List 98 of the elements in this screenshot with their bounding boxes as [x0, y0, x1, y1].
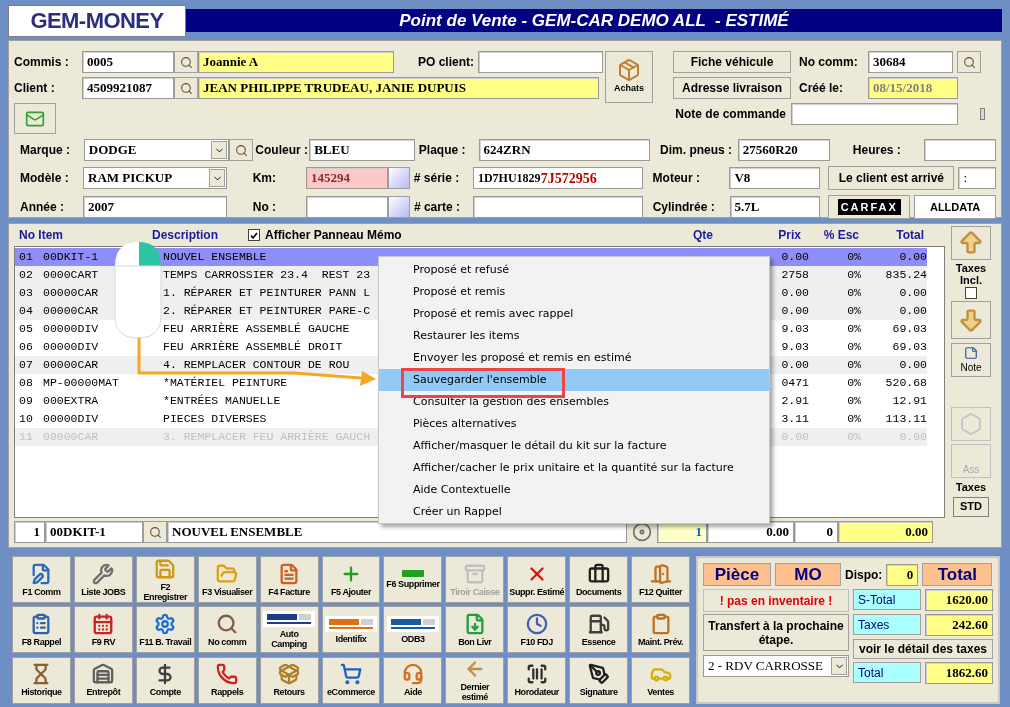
column-header: Description: [152, 227, 219, 244]
field-label: Note de commande: [674, 106, 787, 123]
table-cell-text: 0000CART: [42, 267, 100, 284]
inventory-warning: ! pas en inventaire !: [703, 589, 849, 612]
field-label: Km:: [251, 170, 277, 187]
field-label: Année :: [19, 199, 65, 216]
table-cell-text: 09: [18, 393, 34, 410]
field-label: Plaque :: [417, 142, 467, 159]
table-cell-text: 3.11: [780, 411, 809, 428]
table-cell-text: 000EXTRA: [42, 393, 100, 410]
field-label: Modèle :: [19, 170, 70, 187]
table-cell-text: 0.00: [780, 357, 809, 374]
table-cell-text: 9.03: [780, 339, 809, 356]
table-cell-text: 69.03: [891, 321, 927, 338]
table-cell-text: 69.03: [891, 339, 927, 356]
taxes-included-label: Taxes Incl.: [954, 262, 988, 286]
table-cell-text: 07: [18, 357, 34, 374]
table-cell-text: 00000CAR: [42, 285, 100, 302]
table-cell-text: 00000DIV: [42, 411, 100, 428]
table-cell-text: 0%: [846, 249, 861, 266]
table-cell-text: 0.00: [898, 249, 927, 266]
table-cell-text: 01: [18, 249, 34, 266]
column-header: No Item: [18, 227, 64, 244]
table-cell-text: 00000DIV: [42, 339, 100, 356]
table-cell-text: 9.03: [780, 321, 809, 338]
table-cell-text: 02: [18, 267, 34, 284]
field-label: Moteur :: [651, 170, 701, 187]
table-cell-text: 0%: [846, 357, 861, 374]
table-cell-text: 10: [18, 411, 34, 428]
table-cell-text: FEU ARRIÈRE ASSEMBLÉ DROIT: [163, 339, 343, 356]
table-cell-text: 0.00: [898, 303, 927, 320]
field-label: # carte :: [412, 199, 461, 216]
table-cell-text: FEU ARRIÈRE ASSEMBLÉ GAUCHE: [163, 321, 350, 338]
table-cell-text: 06: [18, 339, 34, 356]
table-cell-text: 2758: [780, 267, 809, 284]
table-cell-text: 835.24: [884, 267, 927, 284]
checkbox-label: Afficher Panneau Mémo: [265, 227, 403, 244]
table-cell-text: 00DKIT-1: [42, 249, 100, 266]
table-cell-text: 520.68: [884, 375, 927, 392]
field-label: PO client:: [417, 54, 475, 71]
table-cell-text: *MATÉRIEL PEINTURE: [163, 375, 288, 392]
table-cell-text: 03: [18, 285, 34, 302]
table-cell-text: 0%: [846, 267, 861, 284]
table-cell-text: 0.00: [780, 249, 809, 266]
total-label: Total: [853, 662, 921, 683]
total-header: Total: [922, 563, 993, 586]
table-cell-text: 0.00: [780, 285, 809, 302]
table-cell-text: 113.11: [884, 411, 927, 428]
table-cell-text: 0.00: [780, 303, 809, 320]
field-label: Dispo:: [845, 566, 883, 584]
table-cell-text: 0471: [780, 375, 809, 392]
column-header: Prix: [777, 227, 801, 244]
parts-header: Pièce: [703, 563, 771, 586]
table-cell-text: 05: [18, 321, 34, 338]
table-cell-text: 0%: [846, 285, 861, 302]
taxes-label: Taxes: [853, 614, 921, 635]
table-cell-text: 12.91: [891, 393, 927, 410]
table-cell-text: PIECES DIVERSES: [163, 411, 267, 428]
table-cell-text: 08: [18, 375, 34, 392]
field-label: # série :: [412, 170, 461, 187]
table-cell-text: 0%: [846, 339, 861, 356]
table-cell-text: 2. RÉPARER ET PEINTURER PARE-C: [163, 303, 371, 320]
table-cell-text: 0%: [846, 321, 861, 338]
field-label: Heures :: [851, 142, 902, 159]
table-cell-text: 4. REMPLACER CONTOUR DE ROU: [163, 357, 350, 374]
table-cell-text: 0%: [846, 375, 861, 392]
table-cell-text: NOUVEL ENSEMBLE: [163, 249, 267, 266]
window-title: Point de Vente - GEM-CAR DEMO ALL - ESTIMÉ: [186, 9, 1002, 32]
taxes-label: Taxes: [955, 480, 987, 495]
field-label: Dim. pneus :: [659, 142, 734, 159]
table-cell-text: MP-00000MAT: [42, 375, 120, 392]
table-cell-text: 0%: [846, 393, 861, 410]
field-label: Client :: [14, 80, 56, 97]
table-cell-text: 00000CAR: [42, 303, 100, 320]
table-cell-text: 00000CAR: [42, 357, 100, 374]
logo: GEM-MONEY: [8, 4, 186, 37]
table-cell-text: TEMPS CARROSSIER 23.4 REST 23: [163, 267, 371, 284]
table-cell-text: *ENTRÉES MANUELLE: [163, 393, 281, 410]
subtotal-label: S-Total: [853, 589, 921, 610]
column-header: Qte: [693, 227, 714, 244]
field-label: No :: [251, 199, 278, 216]
table-cell-text: 2.91: [780, 393, 809, 410]
field-label: No comm:: [798, 54, 859, 71]
table-cell-text: 04: [18, 303, 34, 320]
table-cell-text: 1. RÉPARER ET PEINTURER PANN L: [163, 285, 371, 302]
table-cell-text: 0%: [846, 303, 861, 320]
field-label: Couleur :: [254, 142, 309, 159]
table-cell-text: 0.00: [898, 357, 927, 374]
labour-header: MO: [775, 563, 841, 586]
field-label: Commis :: [14, 54, 70, 71]
table-cell-text: 00000DIV: [42, 321, 100, 338]
table-cell-text: 0%: [846, 411, 861, 428]
column-header: % Esc: [822, 227, 859, 244]
field-label: Créé le:: [798, 80, 845, 97]
field-label: Marque :: [19, 142, 71, 159]
table-cell-text: 0.00: [898, 285, 927, 302]
field-label: Cylindrée :: [651, 199, 716, 216]
column-header: Total: [895, 227, 924, 244]
